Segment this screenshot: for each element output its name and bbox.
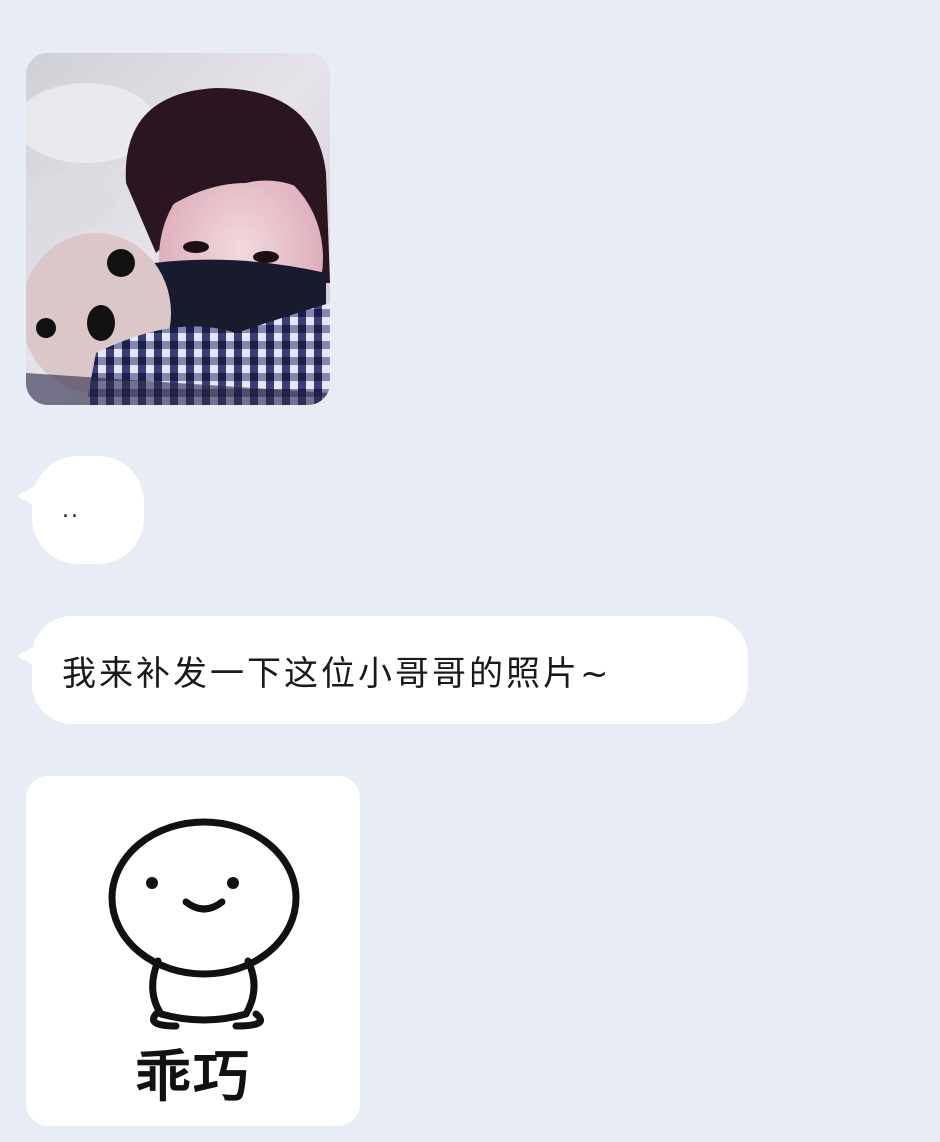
- message-text: ..: [62, 497, 80, 523]
- message-bubble[interactable]: ..: [32, 456, 144, 564]
- photo-message[interactable]: [26, 53, 330, 405]
- chat-area: .. 我来补发一下这位小哥哥的照片~ 乖巧: [0, 0, 940, 1142]
- sticker-message[interactable]: 乖巧: [26, 776, 360, 1126]
- message-bubble[interactable]: 我来补发一下这位小哥哥的照片~: [32, 616, 748, 724]
- message-text: 我来补发一下这位小哥哥的照片~: [62, 653, 612, 694]
- cute-blob-sticker-icon: [108, 818, 300, 1030]
- photo-selfie-icon: [26, 53, 330, 405]
- sticker-caption: 乖巧: [135, 1045, 251, 1110]
